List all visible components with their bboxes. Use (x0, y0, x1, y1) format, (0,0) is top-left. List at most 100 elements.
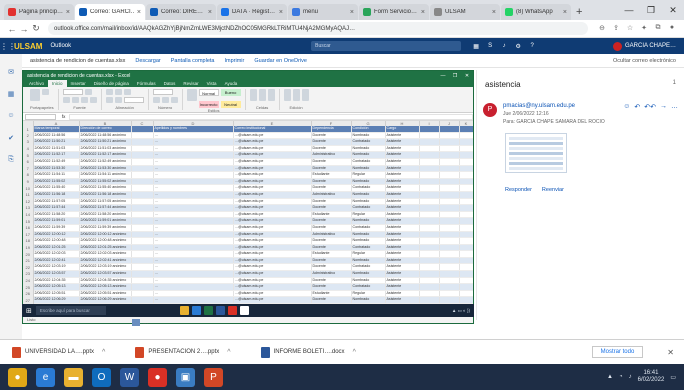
table-cell[interactable]: …@ulsam.edu.pe (233, 283, 312, 291)
table-cell[interactable]: 2/06/2022 12:02:03 anónimo (79, 250, 132, 258)
table-cell[interactable] (131, 171, 154, 179)
table-cell[interactable] (459, 224, 473, 232)
maximize-button[interactable]: ❐ (640, 0, 662, 20)
table-cell[interactable]: Asistente (385, 244, 420, 252)
tab-close-icon[interactable]: × (492, 9, 496, 16)
table-cell[interactable]: Nombrado (351, 178, 386, 186)
table-cell[interactable]: …@ulsam.edu.pe (233, 250, 312, 258)
table-cell[interactable]: Administrativo (311, 151, 352, 159)
table-cell[interactable]: … (153, 237, 234, 245)
table-cell[interactable]: 2/06/2022 12:01:25 anónimo (79, 244, 132, 252)
table-cell[interactable]: 2/06/2022 11:56:18 (33, 191, 80, 199)
table-cell[interactable] (459, 296, 473, 305)
table-cell[interactable]: 2/06/2022 12:00:12 (33, 231, 80, 239)
style-bad[interactable]: Incorrecto (198, 101, 219, 108)
underline-icon[interactable] (80, 97, 88, 103)
mail-icon[interactable]: ✉ (7, 68, 15, 76)
reload-icon[interactable]: ↻ (30, 23, 42, 34)
table-cell[interactable] (131, 198, 154, 206)
italic-icon[interactable] (71, 97, 79, 103)
table-cell[interactable] (459, 244, 473, 252)
table-cell[interactable]: 2/06/2022 11:52:17 (33, 151, 80, 159)
ribbon-tab[interactable]: Diseño de página (90, 80, 133, 87)
table-cell[interactable]: … (153, 217, 234, 225)
tab-close-icon[interactable]: × (208, 9, 212, 16)
table-cell[interactable]: …@ulsam.edu.pe (233, 178, 312, 186)
table-cell[interactable] (419, 171, 440, 179)
table-cell[interactable] (439, 191, 460, 199)
table-cell[interactable]: Docente (311, 145, 352, 153)
table-cell[interactable]: 2/06/2022 12:06:29 anónimo (79, 296, 132, 305)
table-cell[interactable]: Regular (351, 211, 386, 219)
table-cell[interactable] (419, 290, 440, 298)
table-cell[interactable] (131, 145, 154, 153)
tab-close-icon[interactable]: × (563, 9, 567, 16)
table-cell[interactable]: Contratado (351, 263, 386, 272)
table-cell[interactable]: Asistente (385, 132, 420, 140)
table-cell[interactable] (439, 171, 460, 179)
table-cell[interactable]: Asistente (385, 263, 420, 272)
table-cell[interactable]: 2/06/2022 12:03:57 anónimo (79, 270, 132, 278)
ribbon-tab[interactable]: Datos (160, 80, 180, 87)
delete-cells-icon[interactable] (258, 89, 266, 101)
table-cell[interactable]: …@ulsam.edu.pe (233, 211, 312, 219)
table-cell[interactable]: … (153, 290, 234, 298)
attach-icon[interactable]: ⎘ (7, 156, 15, 164)
table-cell[interactable]: Docente (311, 178, 352, 186)
table-cell[interactable]: 2/06/2022 11:56:18 anónimo (79, 191, 132, 199)
notification-icon[interactable]: ▭ (670, 374, 676, 381)
table-cell[interactable]: Asistente (385, 224, 420, 232)
powerpoint-icon[interactable]: P (204, 367, 223, 387)
number-format-select[interactable] (152, 89, 173, 95)
download-item[interactable]: INFORME BOLETI….docx ^ (260, 346, 356, 358)
browser-tab[interactable]: Página princip… × (4, 4, 74, 20)
spreadsheet-grid[interactable]: A B C D E F G H I J K 1 Marca temporal Dirección de c… (23, 121, 473, 309)
table-cell[interactable]: Regular (351, 290, 386, 298)
table-cell[interactable] (131, 165, 154, 173)
table-cell[interactable]: 2/06/2022 12:05:13 (33, 283, 80, 291)
bookmark-star-icon[interactable]: ☆ (624, 24, 636, 34)
table-cell[interactable]: Docente (311, 217, 352, 225)
table-cell[interactable]: 2/06/2022 11:48:56 anónimo (79, 132, 132, 140)
remote-app-icon[interactable] (179, 306, 189, 315)
table-cell[interactable]: 2/06/2022 11:59:01 (33, 217, 80, 225)
table-cell[interactable]: Docente (311, 296, 352, 305)
hide-email-button[interactable]: Ocultar correo electrónico (613, 58, 676, 64)
table-cell[interactable] (459, 211, 473, 219)
table-cell[interactable]: Nombrado (351, 191, 386, 199)
table-cell[interactable]: Asistente (385, 283, 420, 291)
align-top-icon[interactable] (105, 89, 113, 95)
table-cell[interactable]: Administrativo (311, 270, 352, 278)
table-cell[interactable]: Asistente (385, 178, 420, 186)
table-cell[interactable] (131, 283, 154, 291)
percent-icon[interactable] (161, 97, 169, 103)
extension-icon[interactable]: ✦ (638, 24, 650, 34)
close-shelf-icon[interactable]: ✕ (667, 348, 674, 357)
table-cell[interactable] (439, 198, 460, 206)
table-cell[interactable]: Contratado (351, 244, 386, 252)
table-cell[interactable] (419, 165, 440, 173)
table-cell[interactable]: Nombrado (351, 132, 386, 140)
back-icon[interactable]: ← (6, 24, 18, 34)
table-cell[interactable] (131, 158, 154, 166)
table-cell[interactable]: …@ulsam.edu.pe (233, 231, 312, 239)
tab-close-icon[interactable]: × (350, 9, 354, 16)
url-field[interactable]: outlook.office.com/mail/inbox/id/AAQkAGZ… (48, 22, 588, 35)
table-cell[interactable] (439, 277, 460, 285)
table-cell[interactable]: 2/06/2022 11:55:40 anónimo (79, 184, 132, 192)
table-cell[interactable]: …@ulsam.edu.pe (233, 191, 312, 199)
table-cell[interactable] (439, 283, 460, 291)
more-icon[interactable]: … (671, 103, 678, 125)
table-cell[interactable]: …@ulsam.edu.pe (233, 151, 312, 159)
table-cell[interactable]: … (153, 204, 234, 212)
table-cell[interactable] (419, 184, 440, 192)
calendar-rail-icon[interactable]: ▦ (7, 90, 15, 98)
print-button[interactable]: Imprimir (225, 58, 245, 64)
table-cell[interactable] (459, 263, 473, 272)
table-cell[interactable] (419, 145, 440, 153)
table-cell[interactable] (439, 158, 460, 166)
table-cell[interactable]: Asistente (385, 237, 420, 245)
style-normal[interactable]: Normal (198, 89, 219, 96)
remote-app-icon[interactable] (191, 306, 201, 315)
table-cell[interactable]: Asistente (385, 158, 420, 166)
